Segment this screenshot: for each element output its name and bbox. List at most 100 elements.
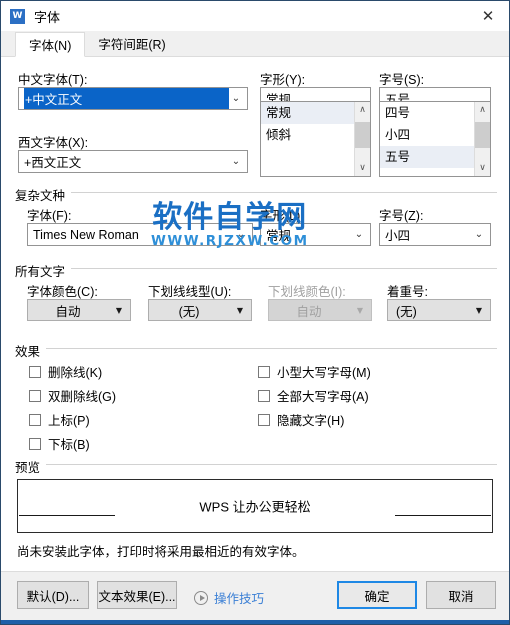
- scroll-down-icon[interactable]: ∨: [475, 160, 490, 176]
- text-effects-button[interactable]: 文本效果(E)...: [97, 581, 177, 609]
- effects-group: 效果 删除线(K) 双删除线(G) 上标(P) 下标(B) 小型大写字母(M): [15, 341, 497, 453]
- list-item[interactable]: 五号: [380, 146, 474, 168]
- tab-strip: 字体(N) 字符间距(R): [1, 31, 509, 57]
- font-style-items: 常规 倾斜: [261, 102, 354, 176]
- triangle-down-icon: ▼: [115, 305, 123, 315]
- scroll-track[interactable]: [355, 118, 370, 160]
- western-font-value: +西文正文: [24, 156, 82, 170]
- list-item[interactable]: 四号: [380, 102, 474, 124]
- checkbox-icon[interactable]: [29, 437, 41, 450]
- complex-size-combo[interactable]: 小四 ⌄: [379, 223, 491, 246]
- chevron-down-icon: ⌄: [474, 228, 484, 240]
- default-button[interactable]: 默认(D)...: [17, 581, 89, 609]
- emphasis-combo[interactable]: (无) ▼: [387, 299, 491, 321]
- font-style-listbox[interactable]: 常规 倾斜 ∧ ∨: [260, 101, 371, 177]
- dialog-footer: 默认(D)... 文本效果(E)... 操作技巧 确定 取消: [1, 571, 509, 620]
- checkbox-superscript[interactable]: 上标(P): [29, 410, 90, 429]
- tab-font[interactable]: 字体(N): [15, 32, 86, 57]
- chevron-down-icon: ⌄: [231, 155, 241, 167]
- checkbox-label: 隐藏文字(H): [277, 414, 345, 428]
- scroll-up-icon[interactable]: ∧: [355, 102, 370, 118]
- list-item[interactable]: [261, 146, 354, 168]
- complex-font-value: Times New Roman: [33, 227, 139, 242]
- checkbox-icon[interactable]: [258, 389, 270, 402]
- group-divider: [15, 268, 497, 269]
- checkbox-icon[interactable]: [258, 365, 270, 378]
- checkbox-double-strikethrough[interactable]: 双删除线(G): [29, 386, 116, 405]
- font-size-items: 四号 小四 五号: [380, 102, 474, 176]
- checkbox-icon[interactable]: [29, 413, 41, 426]
- underline-color-label: 下划线颜色(I):: [268, 285, 346, 299]
- all-text-title: 所有文字: [15, 261, 72, 280]
- checkbox-strikethrough[interactable]: 删除线(K): [29, 362, 102, 381]
- complex-script-group: 复杂文种 字体(F): Times New Roman ⌄ 字形(L): 常规 …: [15, 185, 497, 246]
- title-bar: W 字体 ✕: [1, 1, 509, 31]
- chevron-down-icon: ⌄: [236, 228, 246, 240]
- triangle-down-icon: ▼: [356, 305, 364, 315]
- tips-link[interactable]: 操作技巧: [194, 588, 264, 607]
- complex-style-value: 常规: [266, 229, 292, 243]
- checkbox-small-caps[interactable]: 小型大写字母(M): [258, 362, 371, 381]
- complex-style-combo[interactable]: 常规 ⌄: [260, 223, 371, 246]
- chevron-down-icon: ⌄: [354, 228, 364, 240]
- font-style-scrollbar[interactable]: ∧ ∨: [354, 102, 370, 176]
- font-size-listbox[interactable]: 四号 小四 五号 ∧ ∨: [379, 101, 491, 177]
- tips-link-label: 操作技巧: [214, 592, 265, 606]
- chinese-font-label: 中文字体(T):: [18, 73, 88, 87]
- checkbox-icon[interactable]: [29, 389, 41, 402]
- tab-character-spacing[interactable]: 字符间距(R): [85, 31, 178, 56]
- effects-title: 效果: [15, 341, 47, 360]
- underline-color-value: 自动: [296, 304, 322, 319]
- checkbox-label: 删除线(K): [48, 366, 103, 380]
- preview-note: 尚未安装此字体，打印时将采用最相近的有效字体。: [17, 545, 305, 559]
- list-item[interactable]: 常规: [261, 102, 354, 124]
- preview-group: 预览 WPS 让办公更轻松 尚未安装此字体，打印时将采用最相近的有效字体。: [15, 457, 497, 567]
- scroll-down-icon[interactable]: ∨: [355, 160, 370, 176]
- checkbox-label: 双删除线(G): [48, 390, 117, 404]
- underline-style-combo[interactable]: (无) ▼: [148, 299, 252, 321]
- complex-font-combo[interactable]: Times New Roman ⌄: [27, 223, 253, 246]
- font-style-label: 字形(Y):: [260, 73, 306, 87]
- cancel-button[interactable]: 取消: [426, 581, 496, 609]
- scroll-track[interactable]: [475, 118, 490, 160]
- preview-sample-text: WPS 让办公更轻松: [199, 499, 311, 515]
- checkbox-subscript[interactable]: 下标(B): [29, 434, 90, 453]
- chinese-font-combo[interactable]: +中文正文 ⌄: [18, 87, 248, 110]
- checkbox-label: 全部大写字母(A): [277, 390, 369, 404]
- dialog-body: 软件自学网 WWW.RJZXW.COM 中文字体(T): +中文正文 ⌄ 西文字…: [1, 57, 509, 571]
- dialog-title: 字体: [34, 9, 61, 25]
- checkbox-all-caps[interactable]: 全部大写字母(A): [258, 386, 369, 405]
- scroll-thumb[interactable]: [475, 122, 490, 148]
- group-divider: [15, 464, 497, 465]
- scroll-up-icon[interactable]: ∧: [475, 102, 490, 118]
- chinese-font-value: +中文正文: [24, 88, 229, 109]
- close-icon[interactable]: ✕: [467, 1, 509, 31]
- font-dialog: W 字体 ✕ 字体(N) 字符间距(R) 软件自学网 WWW.RJZXW.COM…: [0, 0, 510, 625]
- font-size-scrollbar[interactable]: ∧ ∨: [474, 102, 490, 176]
- font-color-combo[interactable]: 自动 ▼: [27, 299, 131, 321]
- scroll-thumb[interactable]: [355, 122, 370, 148]
- group-divider: [15, 192, 497, 193]
- checkbox-hidden-text[interactable]: 隐藏文字(H): [258, 410, 344, 429]
- font-color-value: 自动: [55, 304, 81, 319]
- underline-style-label: 下划线线型(U):: [148, 285, 232, 299]
- triangle-down-icon: ▼: [475, 305, 483, 315]
- preview-title: 预览: [15, 457, 47, 476]
- chevron-down-icon: ⌄: [231, 92, 241, 104]
- western-font-label: 西文字体(X):: [18, 136, 89, 150]
- checkbox-icon[interactable]: [29, 365, 41, 378]
- complex-style-label: 字形(L):: [260, 209, 304, 223]
- list-item[interactable]: 倾斜: [261, 124, 354, 146]
- preview-box: WPS 让办公更轻松: [17, 479, 493, 533]
- underline-color-combo: 自动 ▼: [268, 299, 372, 321]
- checkbox-icon[interactable]: [258, 413, 270, 426]
- western-font-combo[interactable]: +西文正文 ⌄: [18, 150, 248, 173]
- list-item[interactable]: 小四: [380, 124, 474, 146]
- checkbox-label: 下标(B): [48, 438, 90, 452]
- font-color-label: 字体颜色(C):: [27, 285, 98, 299]
- bottom-accent-strip: [1, 620, 509, 624]
- emphasis-value: (无): [396, 304, 417, 319]
- ok-button[interactable]: 确定: [337, 581, 417, 609]
- underline-style-value: (无): [178, 304, 200, 319]
- emphasis-label: 着重号:: [387, 285, 428, 299]
